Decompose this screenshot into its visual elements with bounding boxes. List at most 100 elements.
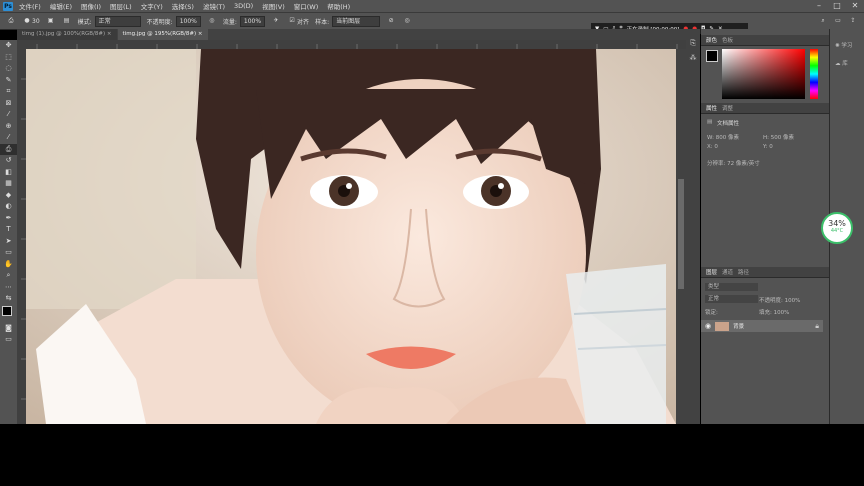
layer-opacity-value[interactable]: 100%: [785, 298, 801, 304]
layer-fill-value[interactable]: 100%: [774, 310, 790, 316]
shape-tool-icon[interactable]: ▭: [0, 247, 17, 259]
portrait-photo: [26, 49, 676, 424]
menu-file[interactable]: 文件(F): [19, 1, 41, 11]
brush-settings-icon[interactable]: ⁂: [686, 54, 700, 62]
minimize-button[interactable]: –: [810, 0, 828, 12]
tab-adjustments[interactable]: 调整: [722, 104, 733, 112]
search-icon[interactable]: ⌕: [818, 16, 828, 26]
tab-swatches[interactable]: 色板: [722, 36, 733, 44]
document-canvas[interactable]: [26, 49, 676, 424]
screen-mode-icon[interactable]: ▭: [0, 334, 17, 346]
swap-colors-icon[interactable]: ⇆: [0, 293, 17, 305]
marquee-tool-icon[interactable]: ⬚: [0, 52, 17, 64]
menu-select[interactable]: 选择(S): [172, 1, 194, 11]
eye-icon[interactable]: ◉: [705, 322, 711, 330]
learn-button[interactable]: ✺ 学习: [835, 41, 852, 49]
layer-fill-label: 填充:: [759, 310, 772, 316]
doc-props-icon: ▤: [707, 119, 713, 125]
lock-icon[interactable]: 🔒︎: [815, 322, 819, 331]
history-brush-tool-icon[interactable]: ↺: [0, 155, 17, 167]
x-value: 0: [714, 144, 718, 150]
menu-window[interactable]: 窗口(W): [294, 1, 319, 11]
tab-properties[interactable]: 属性: [706, 104, 717, 112]
blur-tool-icon[interactable]: ◆: [0, 190, 17, 202]
layer-blend-mode[interactable]: 正常: [705, 295, 758, 303]
pen-tool-icon[interactable]: ✒: [0, 213, 17, 225]
menu-filter[interactable]: 滤镜(T): [203, 1, 225, 11]
clone-source-icon[interactable]: ▤: [62, 16, 72, 26]
tab-close-icon[interactable]: ×: [198, 31, 203, 37]
hue-slider[interactable]: [810, 49, 818, 99]
maximize-button[interactable]: □: [828, 0, 846, 12]
type-tool-icon[interactable]: T: [0, 224, 17, 236]
align-checkbox[interactable]: ☑: [287, 16, 297, 26]
quick-select-tool-icon[interactable]: ✎: [0, 75, 17, 87]
move-tool-icon[interactable]: ✥: [0, 40, 17, 52]
color-swatches[interactable]: [0, 305, 17, 323]
pressure-size-icon[interactable]: ◎: [402, 16, 412, 26]
edit-toolbar-icon[interactable]: ⋯: [0, 282, 17, 294]
menu-layer[interactable]: 图层(L): [110, 1, 132, 11]
scroll-thumb[interactable]: [678, 179, 684, 289]
history-icon[interactable]: ⎘: [686, 39, 700, 48]
opacity-label: 不透明度:: [146, 18, 173, 26]
opacity-field[interactable]: 100%: [175, 15, 201, 27]
menu-help[interactable]: 帮助(H): [327, 1, 350, 11]
mode-dropdown[interactable]: 正常: [94, 15, 141, 27]
quick-mask-icon[interactable]: ◙: [0, 323, 17, 335]
path-select-tool-icon[interactable]: ➤: [0, 236, 17, 248]
layers-panel-header: 图层 通道 路径: [701, 267, 829, 278]
panel-foreground-swatch[interactable]: [706, 50, 718, 62]
hand-tool-icon[interactable]: ✋: [0, 259, 17, 271]
layer-kind-filter[interactable]: 类型: [705, 283, 758, 291]
menu-3d[interactable]: 3D(D): [234, 2, 253, 10]
h-label: H:: [763, 135, 769, 141]
gradient-tool-icon[interactable]: ▦: [0, 178, 17, 190]
foreground-color-swatch[interactable]: [2, 305, 12, 316]
brush-tool-icon[interactable]: ⁄: [0, 132, 17, 144]
zoom-tool-icon[interactable]: ⌕: [0, 270, 17, 282]
ignore-adjustment-icon[interactable]: ⊘: [386, 16, 396, 26]
brush-panel-icon[interactable]: ▣: [46, 16, 56, 26]
mode-label: 模式:: [77, 18, 92, 26]
menu-bar: Ps 文件(F) 编辑(E) 图像(I) 图层(L) 文字(Y) 选择(S) 滤…: [0, 0, 864, 12]
tab-layers[interactable]: 图层: [706, 268, 717, 276]
healing-brush-tool-icon[interactable]: ⊕: [0, 121, 17, 133]
layer-opacity: 不透明度: 100%: [759, 296, 800, 304]
menu-edit[interactable]: 编辑(E): [50, 1, 72, 11]
crop-tool-icon[interactable]: ⌗: [0, 86, 17, 98]
lasso-tool-icon[interactable]: ◌: [0, 63, 17, 75]
tab-channels[interactable]: 通道: [722, 268, 733, 276]
menu-image[interactable]: 图像(I): [81, 1, 101, 11]
eraser-tool-icon[interactable]: ◧: [0, 167, 17, 179]
pressure-opacity-icon[interactable]: ◎: [207, 16, 217, 26]
vertical-scrollbar[interactable]: [676, 49, 686, 424]
dodge-tool-icon[interactable]: ◐: [0, 201, 17, 213]
height-readout: H: 500 像素: [763, 133, 794, 141]
layer-name[interactable]: 背景: [733, 322, 744, 330]
lock-label: 锁定:: [705, 310, 718, 316]
sample-dropdown[interactable]: 当前图层: [332, 15, 381, 27]
clone-stamp-tool-icon[interactable]: ⎙: [0, 143, 17, 155]
tab-timg-1[interactable]: timg (1).jpg @ 100%(RGB/8#) ×: [17, 29, 117, 40]
menu-type[interactable]: 文字(Y): [141, 1, 163, 11]
share-icon[interactable]: ⇪: [848, 16, 858, 26]
layer-row-background[interactable]: ◉ 背景 🔒︎: [701, 320, 823, 332]
flow-field[interactable]: 100%: [239, 15, 266, 27]
brush-preset-picker[interactable]: ● 30: [22, 16, 39, 26]
library-button[interactable]: ☁ 库: [835, 59, 848, 67]
tab-timg[interactable]: timg.jpg @ 195%(RGB/8#) ×: [117, 29, 208, 40]
color-picker-field[interactable]: [722, 49, 805, 99]
tab-paths[interactable]: 路径: [738, 268, 749, 276]
eyedropper-tool-icon[interactable]: ⁄: [0, 109, 17, 121]
tab-color[interactable]: 颜色: [706, 36, 717, 44]
workspace-icon[interactable]: ▭: [833, 16, 843, 26]
airbrush-icon[interactable]: ✈: [271, 16, 281, 26]
cpu-usage-badge[interactable]: 34% 44°C: [821, 212, 853, 244]
cpu-percent: 34%: [828, 219, 846, 228]
close-button[interactable]: ✕: [846, 0, 864, 12]
menu-view[interactable]: 视图(V): [262, 1, 285, 11]
tab-close-icon[interactable]: ×: [107, 31, 112, 37]
clone-stamp-tool-icon[interactable]: ⎙: [6, 16, 16, 26]
frame-tool-icon[interactable]: ⊠: [0, 98, 17, 110]
